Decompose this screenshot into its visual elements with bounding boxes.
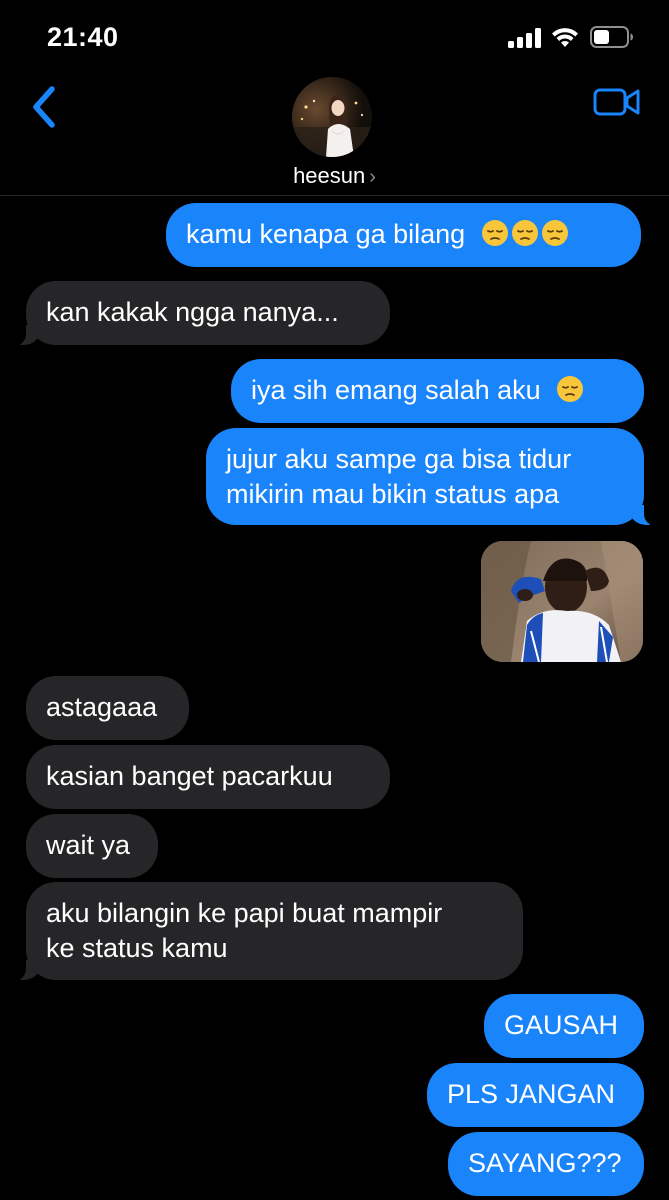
pensive-face-icon <box>557 376 584 402</box>
message-received[interactable]: kasian banget pacarkuu <box>26 745 390 809</box>
message-received[interactable]: astagaaa <box>26 676 189 740</box>
message-sent[interactable]: PLS JANGAN <box>427 1063 644 1127</box>
signal-icon <box>508 28 541 48</box>
battery-icon <box>590 26 633 48</box>
message-text: astagaaa <box>46 692 158 722</box>
message-text: wait ya <box>46 830 131 860</box>
conversation-header: heesun › <box>0 75 669 196</box>
message-text: PLS JANGAN <box>447 1079 616 1109</box>
message-text: GAUSAH <box>504 1010 619 1040</box>
message-text-line: ke status kamu <box>46 933 228 963</box>
message-received[interactable]: aku bilangin ke papi buat mampir ke stat… <box>0 882 523 981</box>
contact-avatar[interactable] <box>292 77 372 157</box>
pensive-face-icon <box>481 220 508 246</box>
message-sent[interactable]: SAYANG??? <box>448 1132 644 1196</box>
message-text-line: mikirin mau bikin status apa <box>226 479 560 509</box>
message-text: kamu kenapa ga bilang <box>186 219 466 249</box>
chevron-right-icon: › <box>369 166 376 188</box>
contact-name[interactable]: heesun › <box>0 163 669 189</box>
message-sent[interactable]: iya sih emang salah aku <box>231 359 644 423</box>
status-bar: 21:40 <box>0 0 669 75</box>
pensive-face-icon <box>541 220 568 246</box>
message-sent[interactable]: jujur aku sampe ga bisa tidur mikirin ma… <box>206 428 669 526</box>
message-text: kasian banget pacarkuu <box>46 761 333 791</box>
message-text: SAYANG??? <box>468 1148 622 1178</box>
video-camera-icon[interactable] <box>593 86 641 118</box>
message-text: iya sih emang salah aku <box>251 375 541 405</box>
message-text: kan kakak ngga nanya... <box>46 297 339 327</box>
pensive-face-icon <box>511 220 538 246</box>
message-image[interactable] <box>481 541 643 662</box>
chevron-left-icon[interactable] <box>26 83 62 131</box>
contact-name-text[interactable]: heesun <box>293 163 365 188</box>
message-sent[interactable]: kamu kenapa ga bilang <box>166 203 641 267</box>
message-received[interactable]: kan kakak ngga nanya... <box>0 281 390 346</box>
message-text-line: jujur aku sampe ga bisa tidur <box>226 444 572 474</box>
message-sent[interactable]: GAUSAH <box>484 994 644 1058</box>
wifi-icon <box>552 28 578 47</box>
message-text-line: aku bilangin ke papi buat mampir <box>46 898 443 928</box>
message-received[interactable]: wait ya <box>26 814 158 878</box>
status-time: 21:40 <box>47 22 119 52</box>
